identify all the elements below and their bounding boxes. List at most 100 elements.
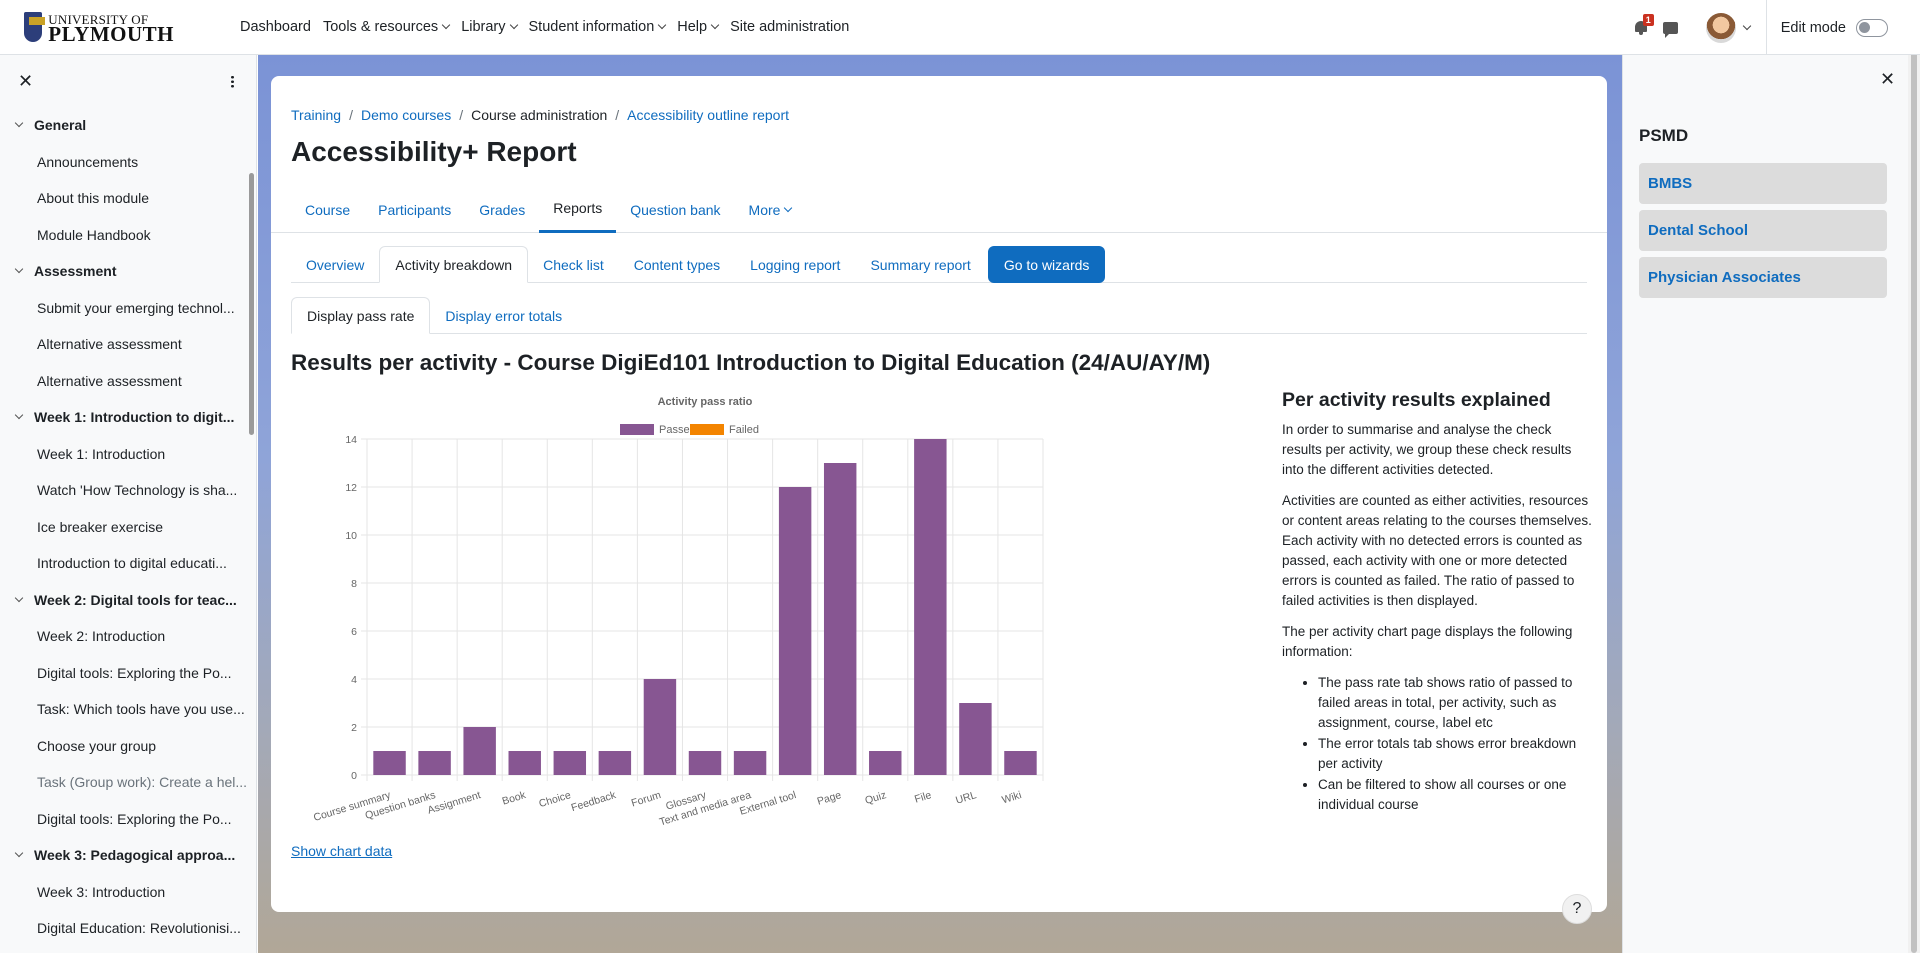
course-index-section[interactable]: Week 2: Digital tools for teac...	[0, 582, 256, 619]
course-index-section[interactable]: Week 1: Introduction to digit...	[0, 399, 256, 436]
tab-check-list[interactable]: Check list	[528, 246, 619, 283]
explanation-bullet: The error totals tab shows error breakdo…	[1318, 734, 1592, 774]
course-index-activity[interactable]: Week 1: Introduction	[0, 436, 256, 473]
explanation-heading: Per activity results explained	[1282, 389, 1551, 411]
tab-course[interactable]: Course	[291, 186, 364, 233]
course-index-item-label: Module Handbook	[37, 226, 151, 243]
show-chart-data-link[interactable]: Show chart data	[291, 843, 392, 859]
course-index-activity[interactable]: Module Handbook	[0, 217, 256, 254]
notifications-bell-icon[interactable]: 1	[1633, 13, 1654, 36]
top-navbar: UNIVERSITY OF PLYMOUTH Dashboard Tools &…	[0, 0, 1920, 55]
user-menu-chevron-down-icon[interactable]	[1742, 21, 1751, 30]
course-index-item-label: Alternative assessment	[37, 372, 182, 389]
course-index-item-label: Introduction to digital educati...	[37, 555, 227, 572]
breadcrumb-demo-courses[interactable]: Demo courses	[361, 107, 451, 123]
nav-site-administration[interactable]: Site administration	[730, 19, 849, 35]
chevron-down-icon	[658, 20, 667, 30]
explanation-bullet: The pass rate tab shows ratio of passed …	[1318, 673, 1592, 733]
course-index-activity[interactable]: Choose your group	[0, 728, 256, 765]
dental-school-button[interactable]: Dental School	[1639, 210, 1887, 251]
tab-reports[interactable]: Reports	[539, 186, 617, 233]
tab-activity-breakdown[interactable]: Activity breakdown	[379, 246, 529, 283]
page-scrollbar-thumb[interactable]	[1911, 0, 1917, 953]
explanation-paragraph-3: The per activity chart page displays the…	[1282, 624, 1573, 659]
tab-more[interactable]: More	[735, 186, 806, 233]
chevron-down-icon[interactable]	[14, 849, 24, 858]
course-index-activity[interactable]: Alternative assessment	[0, 363, 256, 400]
logo-line-2: PLYMOUTH	[48, 22, 174, 46]
help-button[interactable]: ?	[1562, 894, 1592, 924]
bmbs-button[interactable]: BMBS	[1639, 163, 1887, 204]
tab-logging-report[interactable]: Logging report	[735, 246, 855, 283]
course-index-activity[interactable]: Submit your emerging technol...	[0, 290, 256, 327]
course-index-item-label: Watch 'How Technology is sha...	[37, 482, 238, 499]
x-tick-label: URL	[954, 789, 978, 807]
tab-overview[interactable]: Overview	[291, 246, 379, 283]
course-index-activity[interactable]: Alternative assessment	[0, 326, 256, 363]
tab-participants[interactable]: Participants	[364, 186, 465, 233]
y-tick-label: 8	[351, 578, 357, 590]
bar-passed	[418, 751, 451, 775]
notification-count-badge: 1	[1642, 13, 1654, 26]
tab-summary-report[interactable]: Summary report	[855, 246, 985, 283]
course-index-item-label: About this module	[37, 190, 150, 207]
course-index-options-icon[interactable]	[231, 74, 234, 88]
course-index-section[interactable]: General	[0, 107, 256, 144]
user-avatar[interactable]	[1705, 12, 1736, 43]
nav-help[interactable]: Help	[677, 19, 720, 35]
nav-dashboard[interactable]: Dashboard	[240, 19, 311, 35]
university-logo[interactable]: UNIVERSITY OF PLYMOUTH	[24, 12, 174, 46]
chevron-down-icon[interactable]	[14, 411, 24, 420]
chevron-down-icon[interactable]	[14, 593, 24, 602]
bar-passed	[959, 703, 992, 775]
tab-content-types[interactable]: Content types	[619, 246, 735, 283]
course-index-activity[interactable]: Introduction to digital educati...	[0, 545, 256, 582]
bar-passed	[733, 751, 767, 775]
tab-display-pass-rate[interactable]: Display pass rate	[291, 297, 431, 334]
chevron-down-icon[interactable]	[14, 265, 24, 274]
course-index-section[interactable]: Week 3: Pedagogical approa...	[0, 837, 256, 874]
course-index-activity[interactable]: About this module	[0, 180, 256, 217]
course-index-activity[interactable]: Announcements	[0, 144, 256, 181]
explanation-bullet: Can be filtered to show all courses or o…	[1318, 775, 1592, 815]
breadcrumb-accessibility-outline-report[interactable]: Accessibility outline report	[627, 107, 789, 123]
course-index-activity[interactable]: Week 3: Introduction	[0, 874, 256, 911]
course-index-activity[interactable]: Ice breaker exercise	[0, 509, 256, 546]
nav-library[interactable]: Library	[461, 19, 518, 35]
nav-tools-resources[interactable]: Tools & resources	[323, 19, 451, 35]
bar-passed	[1004, 751, 1037, 775]
tab-grades[interactable]: Grades	[465, 186, 539, 233]
course-index-activity[interactable]: Week 2: Introduction	[0, 618, 256, 655]
course-index-activity[interactable]: Digital tools: Exploring the Po...	[0, 801, 256, 838]
close-course-index-icon[interactable]: ✕	[18, 71, 33, 92]
bar-passed	[823, 463, 857, 775]
go-to-wizards-button[interactable]: Go to wizards	[987, 246, 1106, 283]
breadcrumb-separator: /	[349, 107, 353, 123]
tab-question-bank[interactable]: Question bank	[616, 186, 734, 233]
x-tick-label: Wiki	[1000, 789, 1022, 806]
page-scrollbar[interactable]	[1908, 0, 1920, 953]
tab-display-error-totals[interactable]: Display error totals	[430, 297, 577, 334]
course-index-activity[interactable]: Watch 'How Technology is sha...	[0, 472, 256, 509]
course-index-section[interactable]: Assessment	[0, 253, 256, 290]
breadcrumb-training[interactable]: Training	[291, 107, 341, 123]
edit-mode-toggle[interactable]	[1856, 18, 1888, 37]
course-index-scrollbar[interactable]	[249, 173, 254, 435]
chevron-down-icon[interactable]	[14, 119, 24, 128]
nav-student-information[interactable]: Student information	[529, 19, 667, 35]
course-index-activity[interactable]: Task (Group work): Create a hel...	[0, 764, 256, 801]
chart-svg: Activity pass ratioPassed Failed024681012…	[312, 396, 1044, 828]
x-tick-label: Page	[816, 789, 843, 808]
course-index-item-label: Choose your group	[37, 737, 157, 754]
course-index-item-label: Alternative assessment	[37, 336, 182, 353]
course-index-item-label: Task: Which tools have you use...	[37, 701, 245, 718]
close-block-drawer-icon[interactable]: ✕	[1880, 69, 1895, 90]
breadcrumb-separator: /	[615, 107, 620, 123]
course-index-item-label: Week 1: Introduction to digit...	[34, 409, 235, 426]
physician-associates-button[interactable]: Physician Associates	[1639, 257, 1887, 298]
messages-icon[interactable]	[1662, 21, 1678, 38]
course-index-activity[interactable]: Digital tools: Exploring the Po...	[0, 655, 256, 692]
course-index-activity[interactable]: Digital Education: Revolutionisi...	[0, 910, 256, 947]
course-index-activity[interactable]: Task: Which tools have you use...	[0, 691, 256, 728]
course-index-item-label: Assessment	[34, 263, 117, 280]
